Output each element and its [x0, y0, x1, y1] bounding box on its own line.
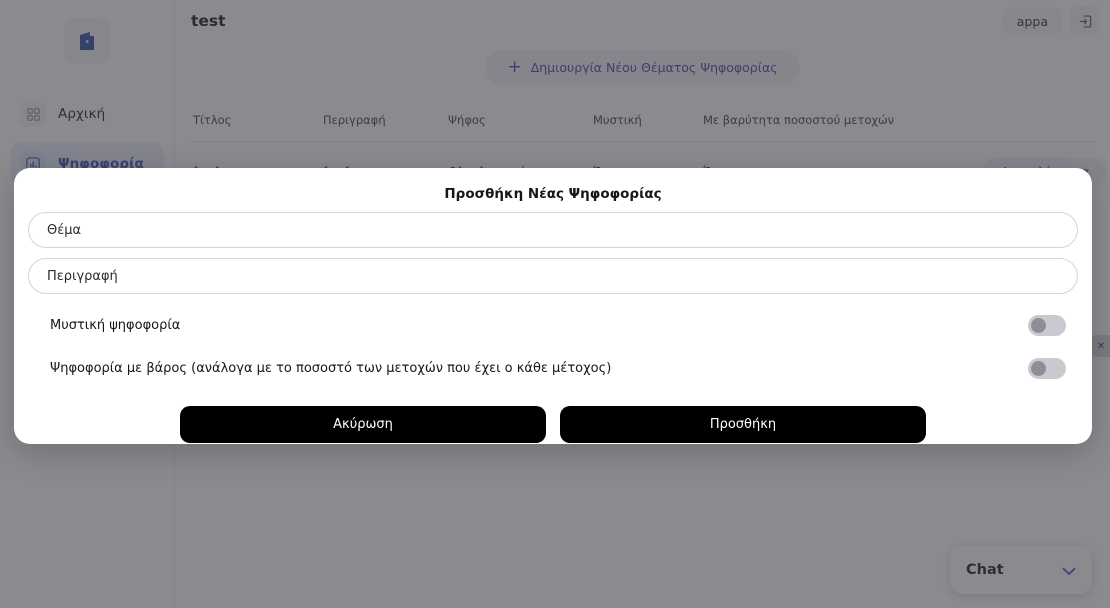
secret-vote-toggle[interactable]	[1028, 315, 1066, 336]
topic-field-wrap[interactable]	[28, 212, 1078, 248]
description-input[interactable]	[47, 268, 1059, 284]
modal-title: Προσθήκη Νέας Ψηφοφορίας	[444, 186, 662, 202]
topic-input[interactable]	[47, 222, 1059, 238]
cancel-button[interactable]: Ακύρωση	[180, 406, 546, 443]
add-vote-modal: Προσθήκη Νέας Ψηφοφορίας Μυστική ψηφοφορ…	[14, 168, 1092, 444]
toggle-knob	[1031, 361, 1046, 376]
secret-vote-label: Μυστική ψηφοφορία	[50, 318, 181, 333]
weighted-vote-toggle[interactable]	[1028, 358, 1066, 379]
weighted-vote-label: Ψηφοφορία με βάρος (ανάλογα με το ποσοστ…	[50, 361, 612, 376]
description-field-wrap[interactable]	[28, 258, 1078, 294]
modal-actions: Ακύρωση Προσθήκη	[28, 390, 1078, 443]
weighted-vote-row: Ψηφοφορία με βάρος (ανάλογα με το ποσοστ…	[28, 347, 1078, 390]
app-root: Αρχική Ψηφοφορία tes	[0, 0, 1110, 608]
submit-button[interactable]: Προσθήκη	[560, 406, 926, 443]
secret-vote-row: Μυστική ψηφοφορία	[28, 304, 1078, 347]
toggle-knob	[1031, 318, 1046, 333]
